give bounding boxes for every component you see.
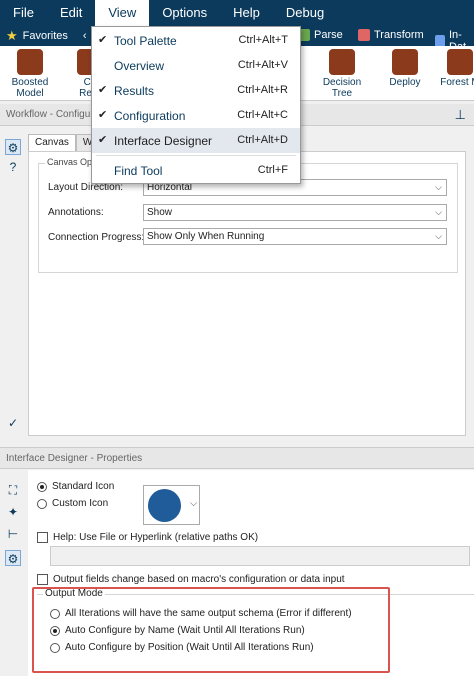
- chevron-left-icon[interactable]: ‹: [83, 30, 87, 42]
- chevron-down-icon: ⌵: [435, 231, 442, 241]
- category-parse[interactable]: Parse: [298, 29, 343, 41]
- forest-model-icon: [447, 49, 473, 75]
- field-label: Connection Progress:: [48, 232, 145, 243]
- category-transform[interactable]: Transform: [358, 29, 424, 41]
- tab-canvas[interactable]: Canvas: [28, 134, 76, 152]
- menu-options[interactable]: Options: [149, 0, 220, 26]
- menu-help[interactable]: Help: [220, 0, 273, 26]
- chevron-down-icon: ⌵: [190, 498, 197, 508]
- menu-item-interface-designer[interactable]: ✔ Interface Designer Ctrl+Alt+D: [92, 128, 300, 153]
- icon-picker[interactable]: ⌵: [143, 485, 200, 525]
- deploy-icon: [392, 49, 418, 75]
- output-fields-checkbox[interactable]: [37, 574, 48, 585]
- field-label: Annotations:: [48, 207, 104, 218]
- favorites-category[interactable]: ★ Favorites ‹: [6, 28, 87, 44]
- tool-label: Decision Tree: [322, 77, 362, 99]
- menu-separator: [96, 155, 296, 156]
- circle-icon: [148, 489, 181, 522]
- category-label: Parse: [314, 29, 343, 41]
- help-input[interactable]: [50, 546, 470, 566]
- menu-item-label: Configuration: [114, 109, 186, 123]
- help-label: Help: Use File or Hyperlink (relative pa…: [53, 532, 259, 543]
- menu-item-shortcut: Ctrl+Alt+V: [237, 59, 288, 71]
- panel-title: Workflow - Configura: [6, 109, 100, 120]
- connection-progress-select[interactable]: Show Only When Running ⌵: [143, 228, 447, 245]
- standard-icon-radio[interactable]: [37, 482, 47, 492]
- tool-label: Forest M: [440, 77, 474, 88]
- tool-decision-tree[interactable]: Decision Tree: [312, 49, 372, 99]
- menu-edit[interactable]: Edit: [47, 0, 95, 26]
- crop-icon[interactable]: ⛶: [5, 482, 21, 498]
- tool-deploy[interactable]: Deploy: [375, 49, 435, 88]
- menu-item-label: Tool Palette: [114, 34, 177, 48]
- checkmark-icon: ✔: [98, 84, 108, 96]
- category-label: Transform: [374, 29, 424, 41]
- check-circle-icon[interactable]: ✓: [5, 415, 21, 431]
- select-value: Show Only When Running: [147, 231, 265, 242]
- custom-icon-radio[interactable]: [37, 499, 47, 509]
- checkmark-icon: ✔: [98, 134, 108, 146]
- annotations-select[interactable]: Show ⌵: [143, 204, 447, 221]
- interface-designer-side-toolbar: ⛶ ✦ ⊢ ⚙: [0, 470, 26, 676]
- star-icon: ★: [6, 28, 18, 43]
- annotation-highlight-box: [32, 587, 390, 673]
- group-legend: Canvas Opt: [45, 157, 97, 167]
- menu-item-results[interactable]: ✔ Results Ctrl+Alt+R: [92, 78, 300, 103]
- tree-view-icon[interactable]: ⊢: [5, 526, 21, 542]
- transform-icon: [358, 29, 370, 41]
- menu-debug[interactable]: Debug: [273, 0, 337, 26]
- tool-label: Boosted Model: [11, 77, 49, 99]
- pin-icon[interactable]: ⊥: [455, 104, 466, 126]
- chevron-down-icon: ⌵: [435, 207, 442, 217]
- magic-wand-icon[interactable]: ✦: [5, 504, 21, 520]
- workflow-side-toolbar: ⚙ ? ✓: [0, 127, 26, 437]
- menu-item-find-tool[interactable]: Find Tool Ctrl+F: [92, 158, 300, 183]
- menu-item-configuration[interactable]: ✔ Configuration Ctrl+Alt+C: [92, 103, 300, 128]
- favorites-label: Favorites: [22, 30, 68, 42]
- tool-forest-model[interactable]: Forest M: [430, 49, 474, 88]
- checkmark-icon: ✔: [98, 34, 108, 46]
- menu-item-shortcut: Ctrl+Alt+D: [237, 134, 288, 146]
- menu-item-shortcut: Ctrl+Alt+R: [237, 84, 288, 96]
- boosted-model-icon: [17, 49, 43, 75]
- chevron-down-icon: ⌵: [435, 182, 442, 192]
- gear-icon[interactable]: ⚙: [5, 139, 21, 155]
- menu-item-shortcut: Ctrl+F: [257, 164, 288, 176]
- tool-boosted-model[interactable]: Boosted Model: [0, 49, 60, 99]
- view-menu-dropdown: ✔ Tool Palette Ctrl+Alt+T Overview Ctrl+…: [91, 26, 301, 184]
- panel-title: Interface Designer - Properties: [6, 453, 143, 464]
- menu-view[interactable]: View: [95, 0, 150, 26]
- decision-tree-icon: [329, 49, 355, 75]
- help-icon[interactable]: ?: [5, 159, 21, 175]
- menu-item-label: Overview: [114, 59, 165, 73]
- menu-item-label: Find Tool: [114, 164, 163, 178]
- menu-item-label: Interface Designer: [114, 134, 213, 148]
- tool-label: Deploy: [389, 77, 421, 88]
- select-value: Show: [147, 207, 173, 218]
- standard-icon-label: Standard Icon: [52, 481, 115, 492]
- menu-bar: File Edit View Options Help Debug: [0, 0, 474, 26]
- output-fields-label: Output fields change based on macro's co…: [53, 574, 345, 585]
- menu-file[interactable]: File: [0, 0, 47, 26]
- help-checkbox[interactable]: [37, 532, 48, 543]
- custom-icon-label: Custom Icon: [52, 498, 109, 509]
- menu-item-tool-palette[interactable]: ✔ Tool Palette Ctrl+Alt+T: [92, 28, 300, 53]
- menu-item-shortcut: Ctrl+Alt+T: [238, 34, 288, 46]
- gear-icon[interactable]: ⚙: [5, 550, 21, 566]
- interface-designer-header: Interface Designer - Properties: [0, 447, 474, 469]
- menu-item-overview[interactable]: Overview Ctrl+Alt+V: [92, 53, 300, 78]
- menu-item-label: Results: [114, 84, 155, 98]
- menu-item-shortcut: Ctrl+Alt+C: [237, 109, 288, 121]
- checkmark-icon: ✔: [98, 109, 108, 121]
